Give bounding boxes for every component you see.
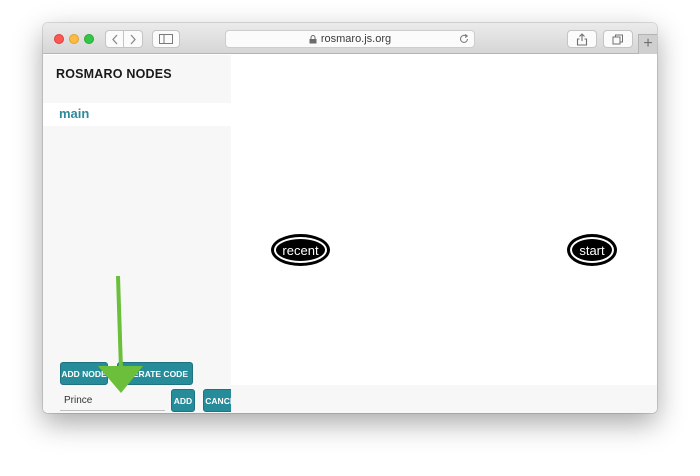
app-content: ROSMARO NODES main ADD NODE GENERATE COD… (43, 55, 657, 413)
reload-icon[interactable] (458, 33, 470, 45)
tabs-icon (612, 34, 623, 44)
sidebar-icon (159, 34, 173, 44)
chevron-left-icon (111, 34, 117, 44)
share-button[interactable] (567, 30, 597, 48)
browser-toolbar: rosmaro.js.org + (43, 23, 657, 54)
share-icon (576, 32, 588, 46)
address-url: rosmaro.js.org (320, 33, 392, 45)
chevron-right-icon (130, 34, 136, 44)
graph-node-label: start (570, 237, 614, 263)
new-tab-button[interactable]: + (638, 34, 657, 54)
sidebar-toggle-button[interactable] (152, 30, 180, 48)
sidebar-title: ROSMARO NODES (56, 67, 172, 81)
generate-code-button[interactable]: GENERATE CODE (117, 362, 193, 385)
tab-overview-button[interactable] (603, 30, 633, 48)
graph-node-start[interactable]: start (567, 234, 617, 266)
sidebar-item-main[interactable]: main (43, 103, 231, 126)
forward-button[interactable] (124, 30, 143, 48)
minimize-window-button[interactable] (69, 34, 79, 44)
nodes-sidebar: ROSMARO NODES main ADD NODE GENERATE COD… (43, 55, 243, 413)
close-window-button[interactable] (54, 34, 64, 44)
back-button[interactable] (105, 30, 124, 48)
node-name-input[interactable] (60, 391, 165, 411)
zoom-window-button[interactable] (84, 34, 94, 44)
graph-node-label: recent (274, 237, 327, 263)
graph-node-recent[interactable]: recent (271, 234, 330, 266)
address-bar[interactable]: rosmaro.js.org (225, 30, 475, 48)
add-button[interactable]: ADD (171, 389, 195, 412)
lock-icon (309, 34, 317, 43)
browser-window: rosmaro.js.org + ROSMARO NODES main ADD … (43, 23, 657, 413)
add-node-button[interactable]: ADD NODE (60, 362, 108, 385)
bottom-bar (231, 385, 657, 413)
